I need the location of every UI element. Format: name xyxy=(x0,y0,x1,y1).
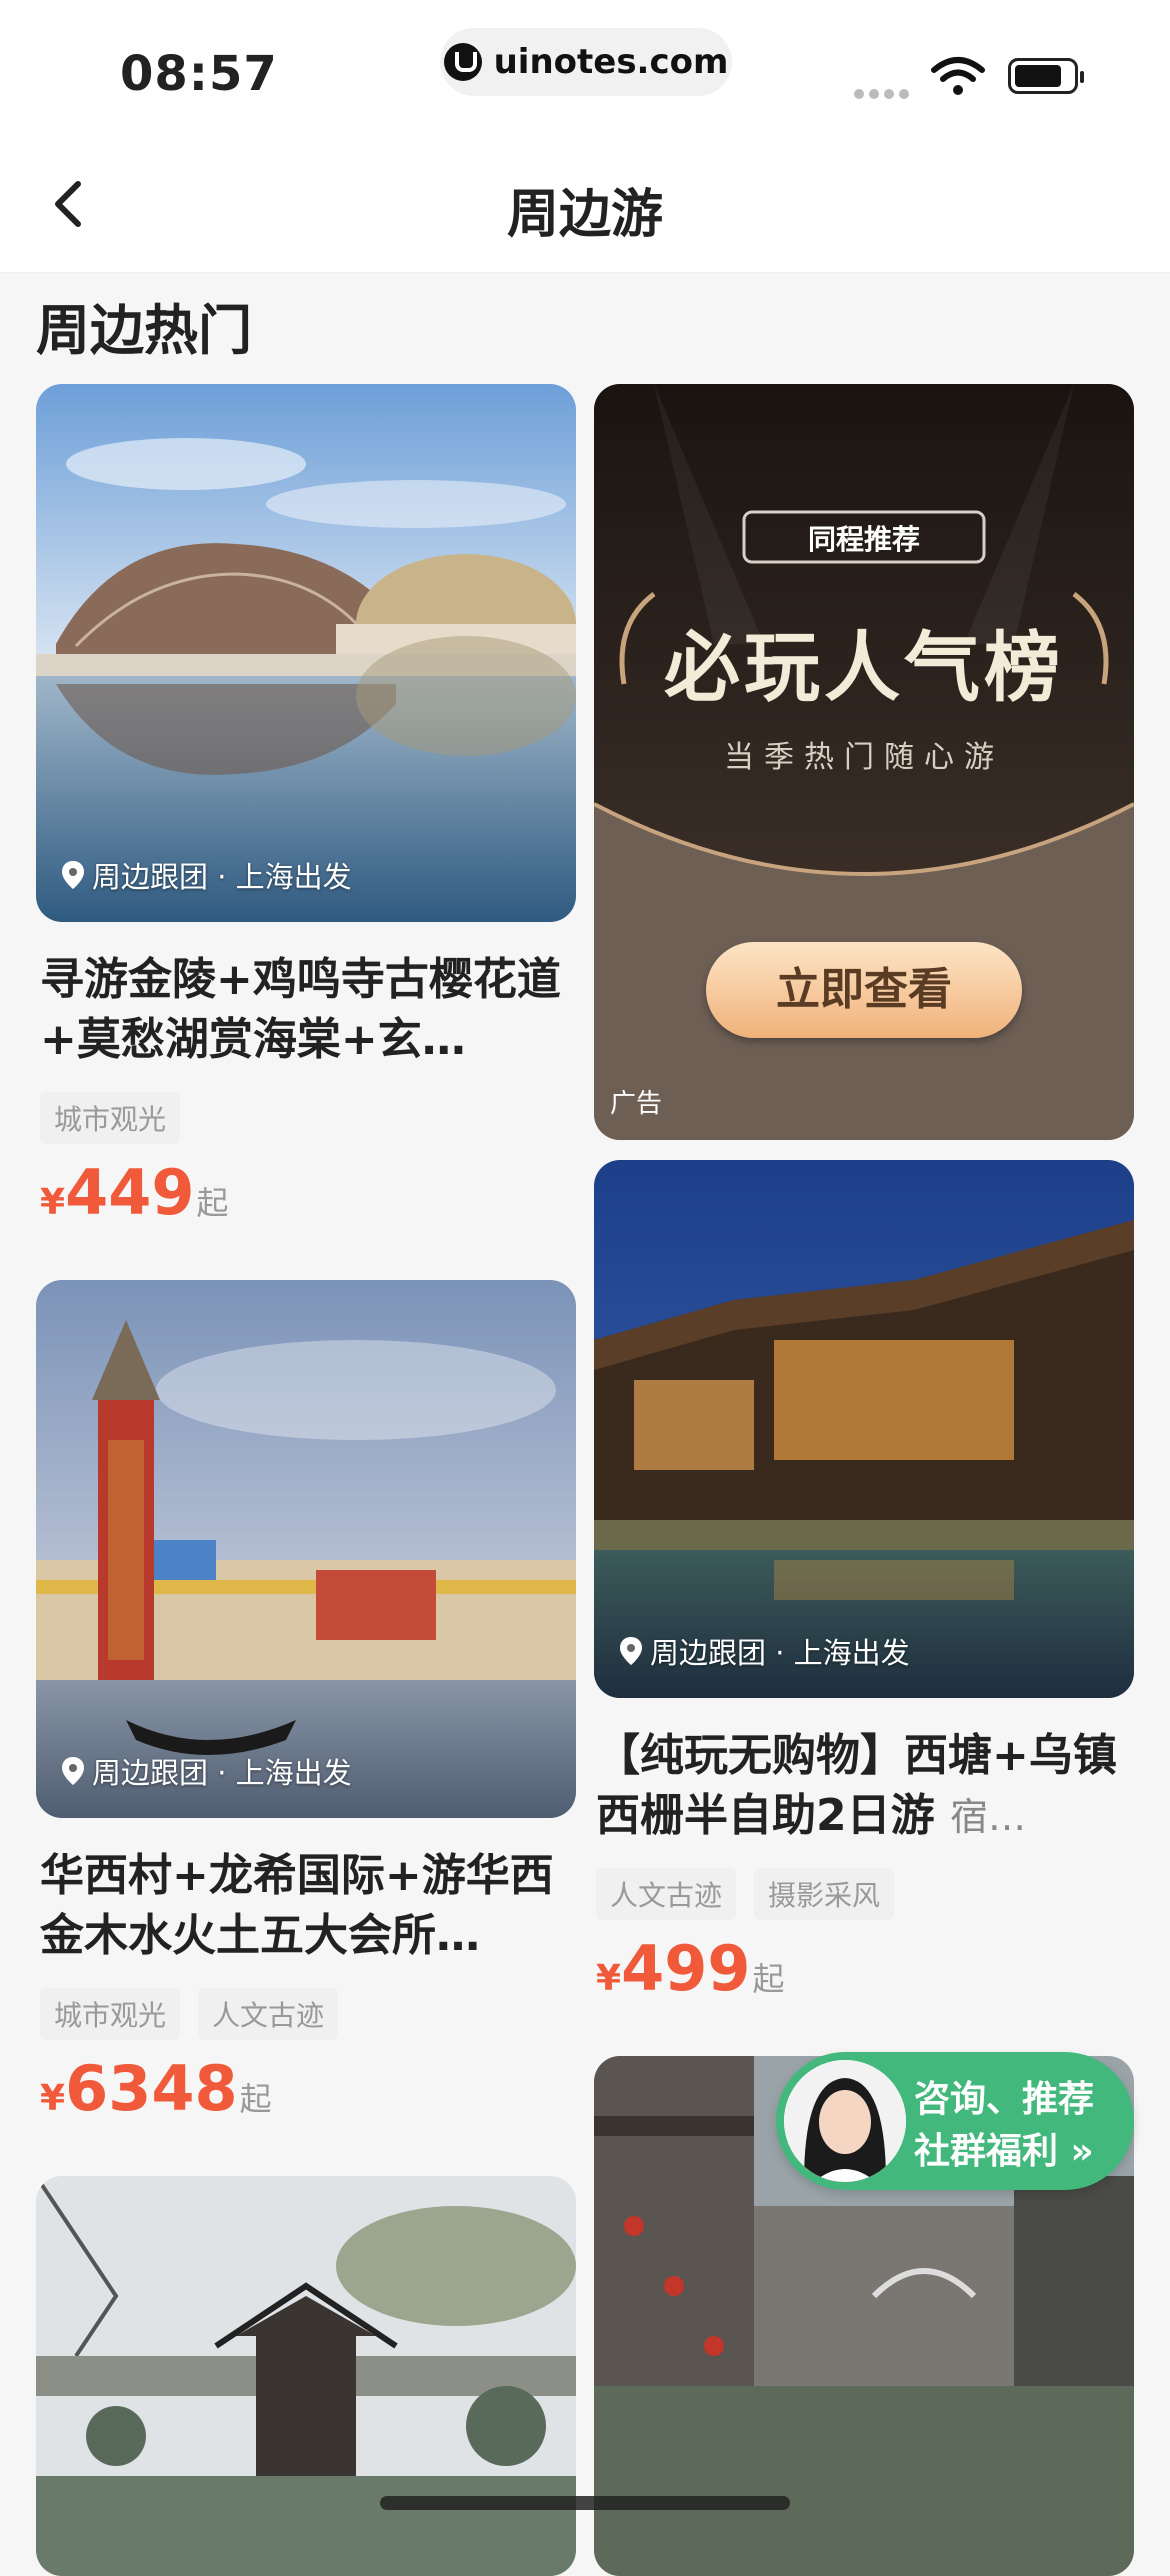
price-value: 6348 xyxy=(65,2052,238,2125)
price-value: 499 xyxy=(621,1932,751,2005)
url-text: uinotes.com xyxy=(493,42,729,82)
consult-line-1: 咨询、推荐 xyxy=(914,2079,1095,2120)
ad-cta-button[interactable]: 立即查看 xyxy=(706,942,1022,1038)
garden-pavilion-photo xyxy=(36,2176,576,2576)
cellular-signal-icon xyxy=(854,84,918,99)
card-1-tags: 城市观光 xyxy=(40,1092,181,1144)
currency: ¥ xyxy=(40,2078,66,2119)
tag: 城市观光 xyxy=(40,1988,181,2040)
tag: 摄影采风 xyxy=(754,1868,895,1920)
home-indicator xyxy=(380,2496,790,2510)
location-tag: 周边跟团 · 上海出发 xyxy=(62,1750,352,1792)
price-suffix: 起 xyxy=(239,2080,272,2118)
card-2-tags: 城市观光 人文古迹 xyxy=(40,1988,339,2040)
section-title: 周边热门 xyxy=(36,299,252,362)
location-tag: 周边跟团 · 上海出发 xyxy=(620,1630,910,1672)
assistant-avatar xyxy=(784,2060,906,2182)
ad-card[interactable]: 同程推荐 必玩人气榜 当季热门随心游 立即查看 广告 xyxy=(594,384,1134,1140)
ad-tagline: 当季热门随心游 xyxy=(724,740,1004,775)
battery-icon xyxy=(1008,58,1084,94)
card-3-tags: 人文古迹 摄影采风 xyxy=(596,1868,895,1920)
card-3-image[interactable]: 周边跟团 · 上海出发 xyxy=(594,1160,1134,1698)
status-time: 08:57 xyxy=(120,46,278,102)
location-pin-icon xyxy=(62,1757,84,1785)
currency: ¥ xyxy=(596,1958,622,1999)
location-text: 周边跟团 · 上海出发 xyxy=(92,1756,352,1790)
page-title: 周边游 xyxy=(506,185,663,245)
url-pill[interactable]: uinotes.com xyxy=(440,28,732,96)
tag: 人文古迹 xyxy=(596,1868,737,1920)
location-tag: 周边跟团 · 上海出发 xyxy=(62,854,352,896)
landmark-dome-photo xyxy=(36,384,576,922)
price-value: 449 xyxy=(65,1156,195,1229)
price-suffix: 起 xyxy=(752,1960,785,1998)
currency: ¥ xyxy=(40,1182,66,1223)
ad-label: 广告 xyxy=(610,1089,663,1119)
price-suffix: 起 xyxy=(196,1184,229,1222)
card-2-price: ¥ 6348 起 xyxy=(40,2052,272,2125)
card-3-price: ¥ 499 起 xyxy=(596,1932,785,2005)
card-3-subtitle: 宿… xyxy=(949,1795,1026,1839)
card-1-price: ¥ 449 起 xyxy=(40,1156,229,1229)
card-3-title-text: 【纯玩无购物】西塘+乌镇西栅半自助2日游 xyxy=(596,1730,1117,1841)
location-text: 周边跟团 · 上海出发 xyxy=(92,860,352,894)
status-bar: 08:57 uinotes.com xyxy=(0,0,1170,130)
card-2-title[interactable]: 华西村+龙希国际+游华西金木水火土五大会所… xyxy=(40,1846,580,1966)
wifi-icon xyxy=(931,57,985,95)
ad-brand: 同程推荐 xyxy=(807,523,920,556)
location-pin-icon xyxy=(62,861,84,889)
venetian-tower-photo xyxy=(36,1280,576,1818)
ad-headline: 必玩人气榜 xyxy=(664,623,1064,712)
consult-line-2: 社群福利 » xyxy=(914,2131,1094,2172)
card-2-image[interactable]: 周边跟团 · 上海出发 xyxy=(36,1280,576,1818)
card-1-title[interactable]: 寻游金陵+鸡鸣寺古樱花道+莫愁湖赏海棠+玄… xyxy=(40,950,580,1070)
card-4-image[interactable] xyxy=(36,2176,576,2576)
tag: 城市观光 xyxy=(40,1092,181,1144)
tag: 人文古迹 xyxy=(198,1988,339,2040)
card-3-title[interactable]: 【纯玩无购物】西塘+乌镇西栅半自助2日游 宿… xyxy=(596,1726,1136,1846)
consult-floating-button[interactable]: 咨询、推荐 社群福利 » xyxy=(776,2052,1134,2190)
nav-bar: 周边游 xyxy=(0,130,1170,273)
site-icon xyxy=(443,43,482,81)
water-town-night-photo xyxy=(594,1160,1134,1698)
location-pin-icon xyxy=(620,1637,642,1665)
location-text: 周边跟团 · 上海出发 xyxy=(650,1636,910,1670)
card-1-image[interactable]: 周边跟团 · 上海出发 xyxy=(36,384,576,922)
